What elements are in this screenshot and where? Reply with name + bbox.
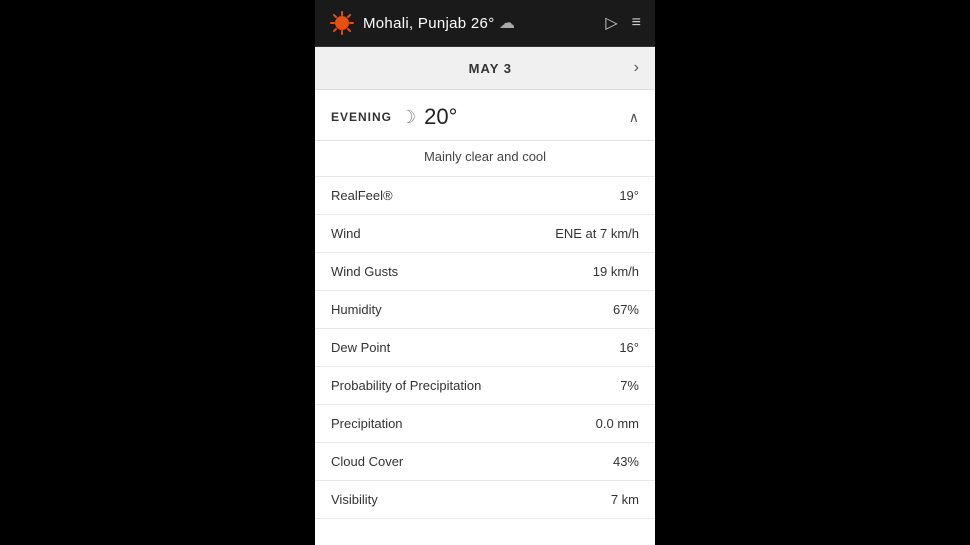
header-location: Mohali, Punjab 26° ☁	[363, 13, 597, 33]
menu-icon[interactable]: ≡	[632, 14, 641, 32]
weather-data-value: 0.0 mm	[596, 416, 639, 431]
weather-data-row: Cloud Cover 43%	[315, 443, 655, 481]
evening-temperature: 20°	[424, 104, 621, 130]
date-chevron: ›	[634, 59, 639, 77]
weather-data-row: Visibility 7 km	[315, 481, 655, 519]
weather-data-value: 19°	[619, 188, 639, 203]
cloud-icon: ☁	[499, 15, 515, 32]
date-bar[interactable]: MAY 3 ›	[315, 47, 655, 90]
weather-data-row: Precipitation 0.0 mm	[315, 405, 655, 443]
play-icon[interactable]: ▷	[605, 13, 617, 33]
weather-data-row: Wind ENE at 7 km/h	[315, 215, 655, 253]
weather-data-list: RealFeel® 19° Wind ENE at 7 km/h Wind Gusts 1…	[315, 177, 655, 519]
weather-data-value: ENE at 7 km/h	[555, 226, 639, 241]
weather-data-label: Humidity	[331, 302, 382, 317]
weather-data-value: 19 km/h	[593, 264, 639, 279]
weather-data-label: Visibility	[331, 492, 378, 507]
date-label: MAY 3	[347, 61, 634, 76]
weather-data-label: Precipitation	[331, 416, 403, 431]
weather-data-value: 43%	[613, 454, 639, 469]
weather-data-value: 16°	[619, 340, 639, 355]
weather-data-label: Wind Gusts	[331, 264, 398, 279]
moon-icon: ☽	[400, 107, 416, 128]
collapse-icon[interactable]: ∧	[629, 109, 639, 126]
content: EVENING ☽ 20° ∧ Mainly clear and cool Re…	[315, 90, 655, 545]
weather-data-label: RealFeel®	[331, 188, 393, 203]
weather-data-label: Dew Point	[331, 340, 390, 355]
header-icons: ▷ ≡	[605, 13, 641, 33]
weather-data-label: Wind	[331, 226, 361, 241]
weather-data-row: RealFeel® 19°	[315, 177, 655, 215]
weather-data-row: Wind Gusts 19 km/h	[315, 253, 655, 291]
weather-data-row: Dew Point 16°	[315, 329, 655, 367]
weather-data-label: Probability of Precipitation	[331, 378, 481, 393]
weather-data-value: 7%	[620, 378, 639, 393]
weather-data-label: Cloud Cover	[331, 454, 403, 469]
weather-data-value: 7 km	[611, 492, 639, 507]
weather-description: Mainly clear and cool	[315, 141, 655, 177]
weather-data-value: 67%	[613, 302, 639, 317]
evening-label: EVENING	[331, 110, 392, 124]
evening-header[interactable]: EVENING ☽ 20° ∧	[315, 90, 655, 141]
app-container: Mohali, Punjab 26° ☁ ▷ ≡ MAY 3 › EVENING…	[315, 0, 655, 545]
weather-data-row: Probability of Precipitation 7%	[315, 367, 655, 405]
header: Mohali, Punjab 26° ☁ ▷ ≡	[315, 0, 655, 47]
sun-icon	[329, 10, 355, 36]
weather-data-row: Humidity 67%	[315, 291, 655, 329]
